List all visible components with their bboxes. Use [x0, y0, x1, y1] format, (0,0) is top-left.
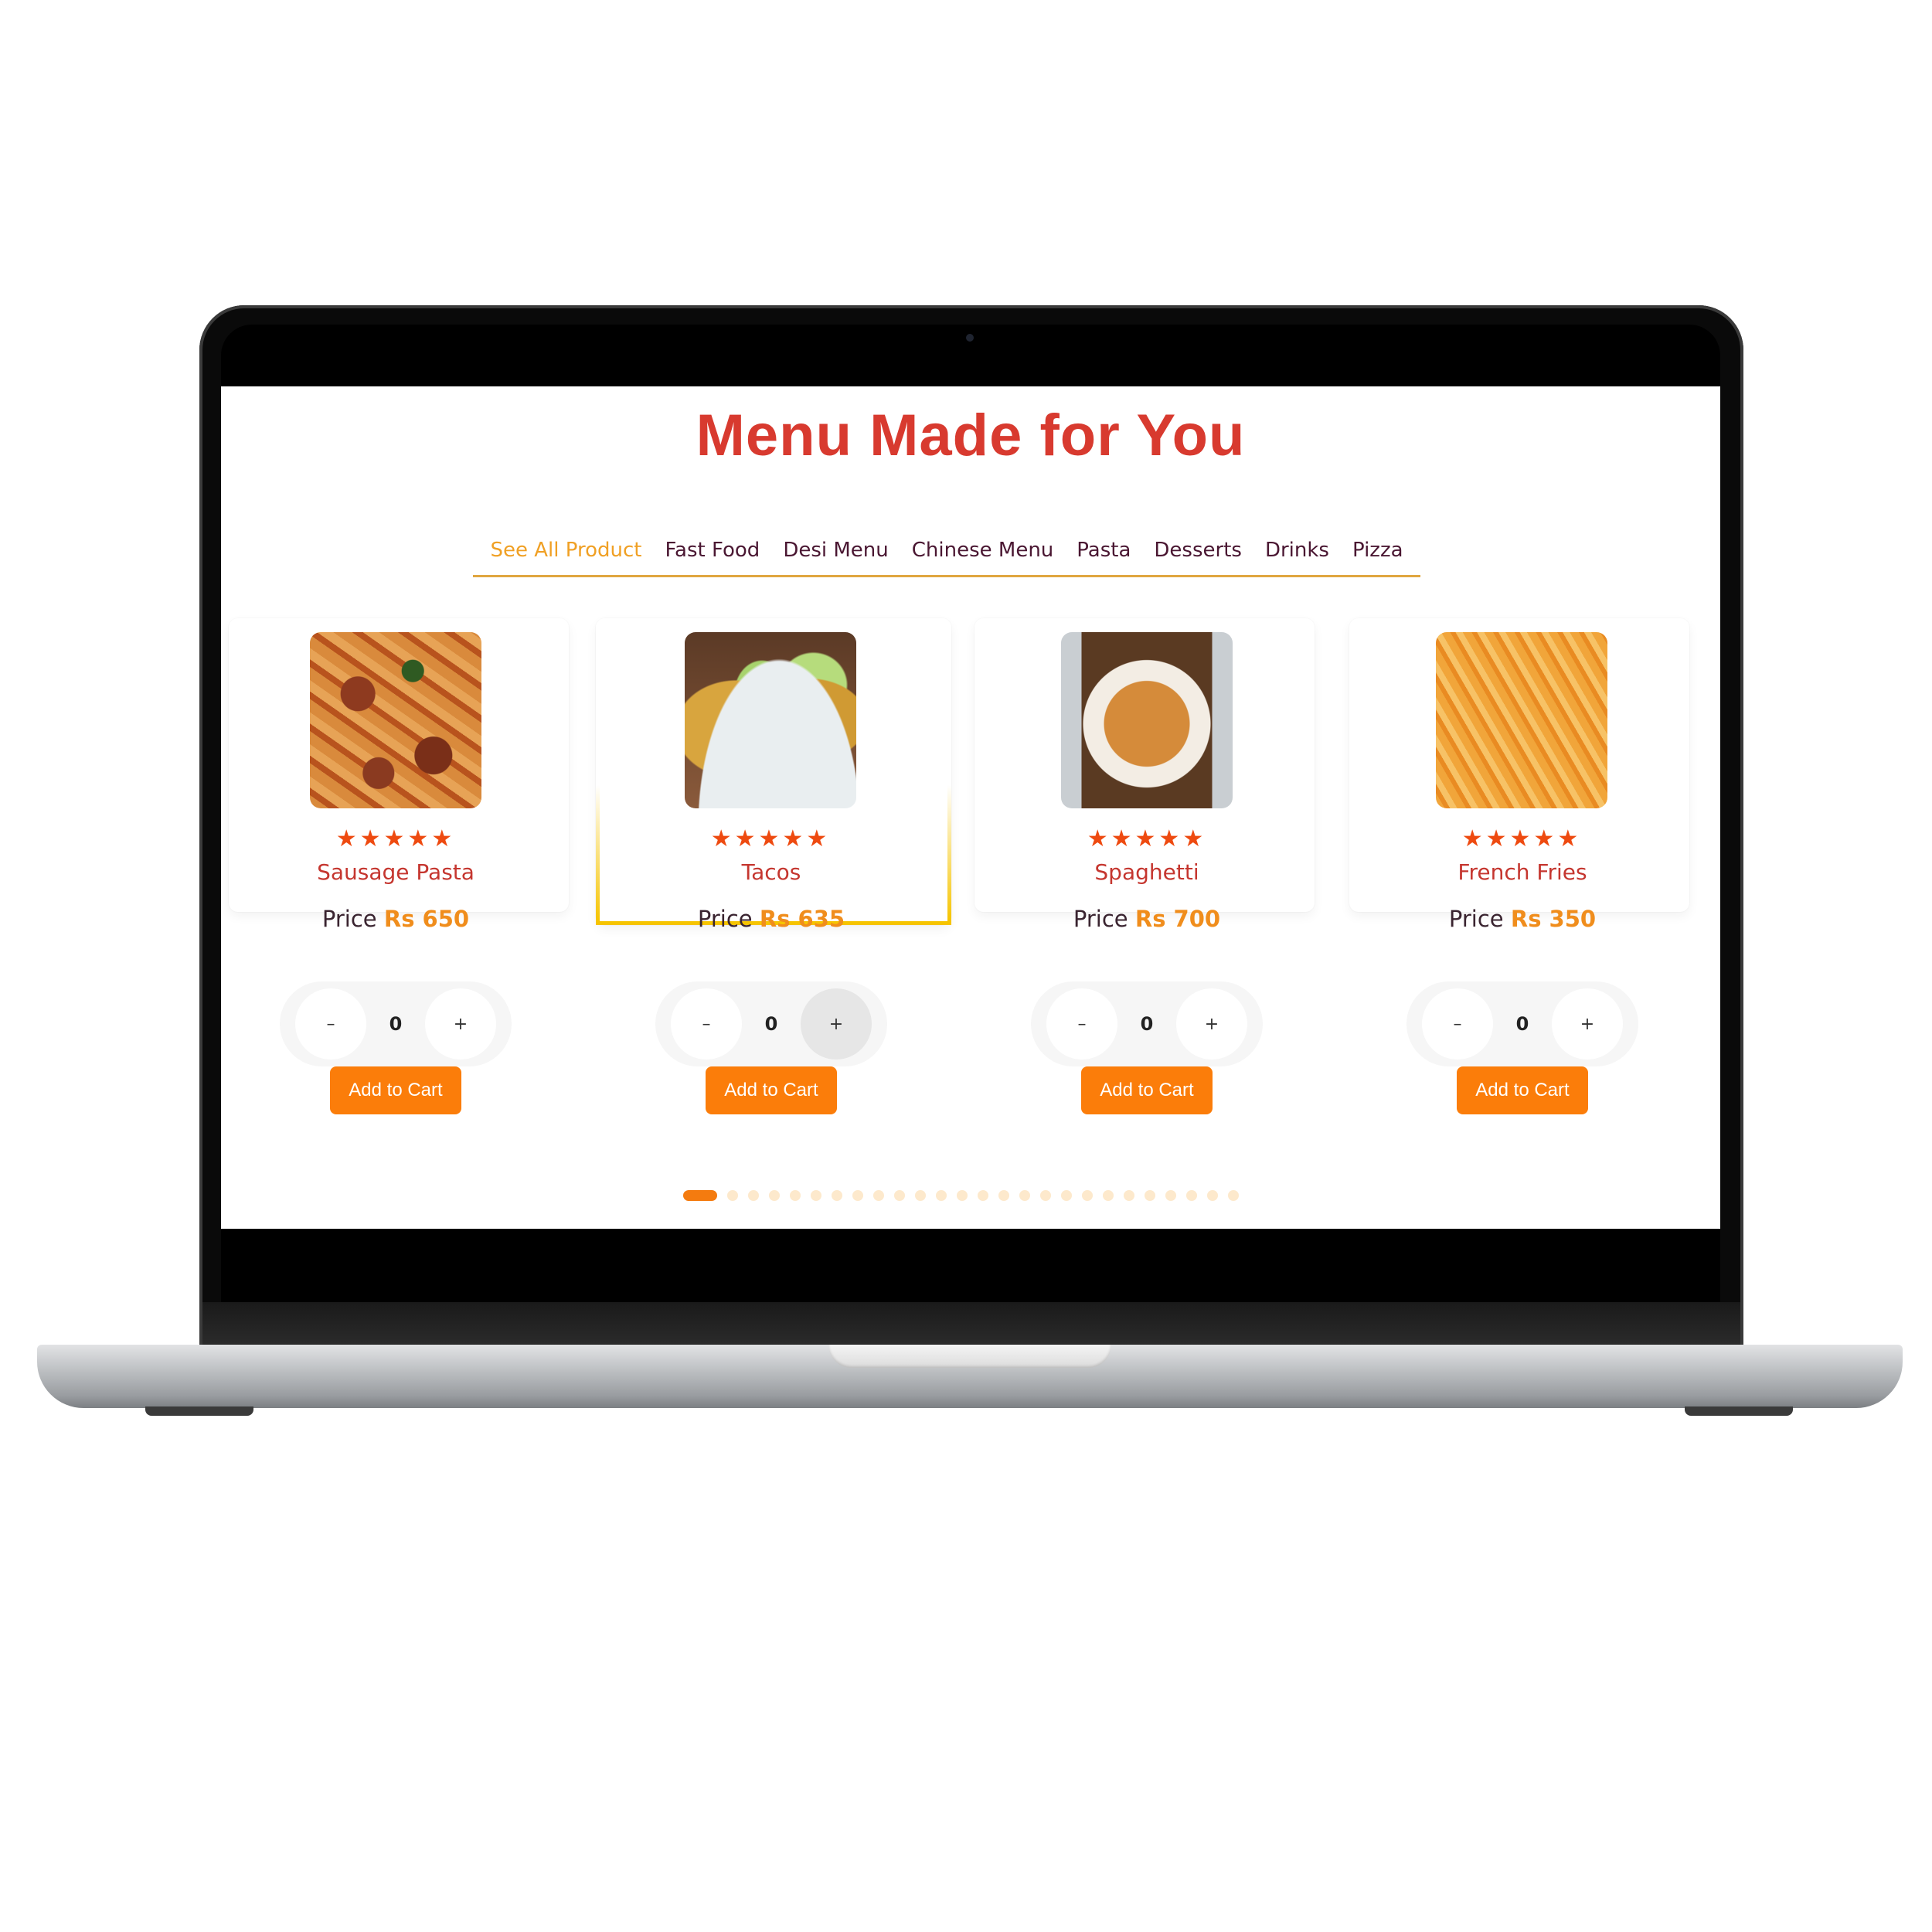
- quantity-value: 0: [389, 1013, 403, 1035]
- rating-stars: ★★★★★: [1087, 825, 1207, 852]
- quantity-stepper: – 0 +: [655, 981, 887, 1066]
- quantity-value: 0: [1140, 1013, 1154, 1035]
- pagination-dot[interactable]: [1124, 1190, 1134, 1201]
- price-label: Price: [321, 906, 377, 932]
- pagination-dot[interactable]: [1165, 1190, 1176, 1201]
- decrement-button[interactable]: –: [1422, 988, 1493, 1060]
- add-to-cart-button[interactable]: Add to Cart: [706, 1066, 837, 1114]
- price-label: Price: [1073, 906, 1128, 932]
- french-fries-image: [1436, 632, 1607, 808]
- tab-see-all-product[interactable]: See All Product: [490, 539, 641, 562]
- add-to-cart-button[interactable]: Add to Cart: [1457, 1066, 1588, 1114]
- pagination-dot[interactable]: [790, 1190, 801, 1201]
- pagination-dot[interactable]: [1082, 1190, 1093, 1201]
- quantity-stepper: – 0 +: [1031, 981, 1263, 1066]
- add-to-cart-button[interactable]: Add to Cart: [1081, 1066, 1213, 1114]
- pagination-dot[interactable]: [915, 1190, 926, 1201]
- pagination-dot[interactable]: [978, 1190, 988, 1201]
- pagination-dot[interactable]: [1207, 1190, 1218, 1201]
- tacos-image: [685, 632, 856, 808]
- increment-button[interactable]: +: [800, 988, 872, 1060]
- pagination-dot[interactable]: [748, 1190, 759, 1201]
- pagination-dot[interactable]: [727, 1190, 738, 1201]
- tab-pizza[interactable]: Pizza: [1352, 539, 1403, 562]
- price-label: Price: [1448, 906, 1504, 932]
- pagination-dot[interactable]: [769, 1190, 780, 1201]
- product-name: French Fries: [1458, 859, 1587, 885]
- pagination-dot[interactable]: [998, 1190, 1009, 1201]
- quantity-stepper: – 0 +: [1406, 981, 1638, 1066]
- page-title: Menu Made for You: [696, 403, 1246, 468]
- price-value: Rs 650: [383, 906, 470, 932]
- pagination-dot[interactable]: [1228, 1190, 1239, 1201]
- category-tabs: See All Product Fast Food Desi Menu Chin…: [473, 526, 1420, 577]
- laptop-foot-left: [145, 1406, 253, 1416]
- rating-stars: ★★★★★: [1461, 825, 1582, 852]
- pagination-dot[interactable]: [1145, 1190, 1155, 1201]
- tab-desi-menu[interactable]: Desi Menu: [783, 539, 888, 562]
- pagination-dot[interactable]: [852, 1190, 863, 1201]
- product-price: Price Rs 635: [655, 906, 887, 932]
- laptop-foot-right: [1685, 1406, 1793, 1416]
- pagination-dot[interactable]: [1186, 1190, 1197, 1201]
- price-value: Rs 350: [1510, 906, 1597, 932]
- product-name: Sausage Pasta: [317, 859, 474, 885]
- price-value: Rs 700: [1134, 906, 1221, 932]
- tab-drinks[interactable]: Drinks: [1265, 539, 1329, 562]
- product-name: Spaghetti: [1094, 859, 1199, 885]
- decrement-button[interactable]: –: [1046, 988, 1117, 1060]
- add-to-cart-button[interactable]: Add to Cart: [330, 1066, 461, 1114]
- laptop-opening-notch: [828, 1345, 1111, 1368]
- pagination-dot[interactable]: [811, 1190, 821, 1201]
- increment-button[interactable]: +: [424, 988, 496, 1060]
- product-price: Price Rs 350: [1406, 906, 1638, 932]
- pagination-dot[interactable]: [894, 1190, 905, 1201]
- quantity-value: 0: [1515, 1013, 1529, 1035]
- increment-button[interactable]: +: [1551, 988, 1623, 1060]
- tab-fast-food[interactable]: Fast Food: [665, 539, 760, 562]
- camera-icon: [966, 334, 974, 342]
- spaghetti-image: [1061, 632, 1233, 808]
- pagination-dot[interactable]: [832, 1190, 842, 1201]
- product-price: Price Rs 650: [280, 906, 512, 932]
- pagination-dot[interactable]: [957, 1190, 968, 1201]
- rating-stars: ★★★★★: [335, 825, 456, 852]
- bottom-bezel: [221, 1229, 1720, 1302]
- pagination-dot[interactable]: [683, 1190, 717, 1201]
- quantity-value: 0: [764, 1013, 778, 1035]
- price-label: Price: [697, 906, 753, 932]
- product-name: Tacos: [741, 859, 801, 885]
- rating-stars: ★★★★★: [710, 825, 831, 852]
- increment-button[interactable]: +: [1175, 988, 1247, 1060]
- pagination-dot[interactable]: [936, 1190, 947, 1201]
- tab-pasta[interactable]: Pasta: [1077, 539, 1131, 562]
- product-price: Price Rs 700: [1031, 906, 1263, 932]
- pagination-dot[interactable]: [1040, 1190, 1051, 1201]
- decrement-button[interactable]: –: [295, 988, 366, 1060]
- carousel-pagination: [683, 1190, 1239, 1201]
- laptop-hinge: [202, 1302, 1740, 1345]
- price-value: Rs 635: [759, 906, 845, 932]
- tab-chinese-menu[interactable]: Chinese Menu: [912, 539, 1054, 562]
- tab-desserts[interactable]: Desserts: [1154, 539, 1242, 562]
- quantity-stepper: – 0 +: [280, 981, 512, 1066]
- pagination-dot[interactable]: [1061, 1190, 1072, 1201]
- pagination-dot[interactable]: [1103, 1190, 1114, 1201]
- sausage-pasta-image: [310, 632, 481, 808]
- decrement-button[interactable]: –: [671, 988, 742, 1060]
- pagination-dot[interactable]: [1019, 1190, 1030, 1201]
- screen: Menu Made for You See All Product Fast F…: [221, 386, 1720, 1229]
- pagination-dot[interactable]: [873, 1190, 884, 1201]
